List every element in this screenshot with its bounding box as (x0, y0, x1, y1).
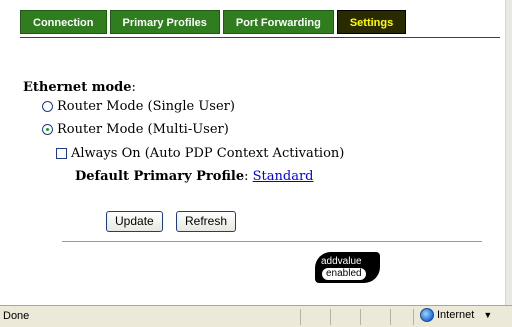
radio-multi-user[interactable] (42, 124, 53, 135)
status-separator (360, 309, 361, 325)
always-on-row[interactable]: Always On (Auto PDP Context Activation) (56, 146, 344, 161)
tab-divider (20, 37, 500, 38)
default-primary-profile-label: Default Primary Profile (75, 169, 245, 184)
globe-icon (420, 308, 434, 322)
tab-settings[interactable]: Settings (336, 10, 407, 34)
tab-connection[interactable]: Connection (20, 10, 107, 34)
ethernet-mode-heading-colon: : (131, 80, 136, 95)
chevron-down-icon[interactable]: ▼ (483, 310, 492, 320)
default-primary-profile-row: Default Primary Profile: Standard (75, 169, 314, 184)
status-separator (413, 309, 414, 325)
status-separator (300, 309, 301, 325)
logo-line1: addvalue (321, 255, 362, 267)
radio-multi-user-label: Router Mode (Multi-User) (57, 122, 229, 137)
default-primary-profile-link[interactable]: Standard (253, 169, 314, 184)
logo-line2: enabled (322, 267, 366, 280)
addvalue-enabled-logo: addvalue enabled (315, 252, 380, 283)
security-zone[interactable]: Internet ▼ (420, 308, 492, 322)
update-button[interactable]: Update (106, 211, 163, 232)
radio-single-user-label: Router Mode (Single User) (57, 99, 235, 114)
status-bar: Done Internet ▼ (0, 305, 512, 327)
horizontal-divider (62, 241, 482, 242)
status-separator (390, 309, 391, 325)
always-on-label: Always On (Auto PDP Context Activation) (71, 146, 345, 161)
tab-primary-profiles[interactable]: Primary Profiles (109, 10, 220, 34)
radio-row-multi-user[interactable]: Router Mode (Multi-User) (42, 122, 229, 137)
default-primary-profile-separator: : (244, 169, 253, 184)
ethernet-mode-heading: Ethernet mode: (23, 80, 136, 95)
ethernet-mode-heading-text: Ethernet mode (23, 80, 132, 95)
always-on-checkbox[interactable] (56, 148, 67, 159)
zone-label: Internet (437, 309, 475, 321)
status-separator (330, 309, 331, 325)
radio-row-single-user[interactable]: Router Mode (Single User) (42, 99, 235, 114)
tab-port-forwarding[interactable]: Port Forwarding (222, 10, 334, 34)
tab-bar: Connection Primary Profiles Port Forward… (20, 10, 407, 34)
refresh-button[interactable]: Refresh (176, 211, 237, 232)
vertical-scrollbar[interactable] (505, 0, 512, 305)
status-text: Done (3, 310, 30, 322)
radio-single-user[interactable] (42, 101, 53, 112)
